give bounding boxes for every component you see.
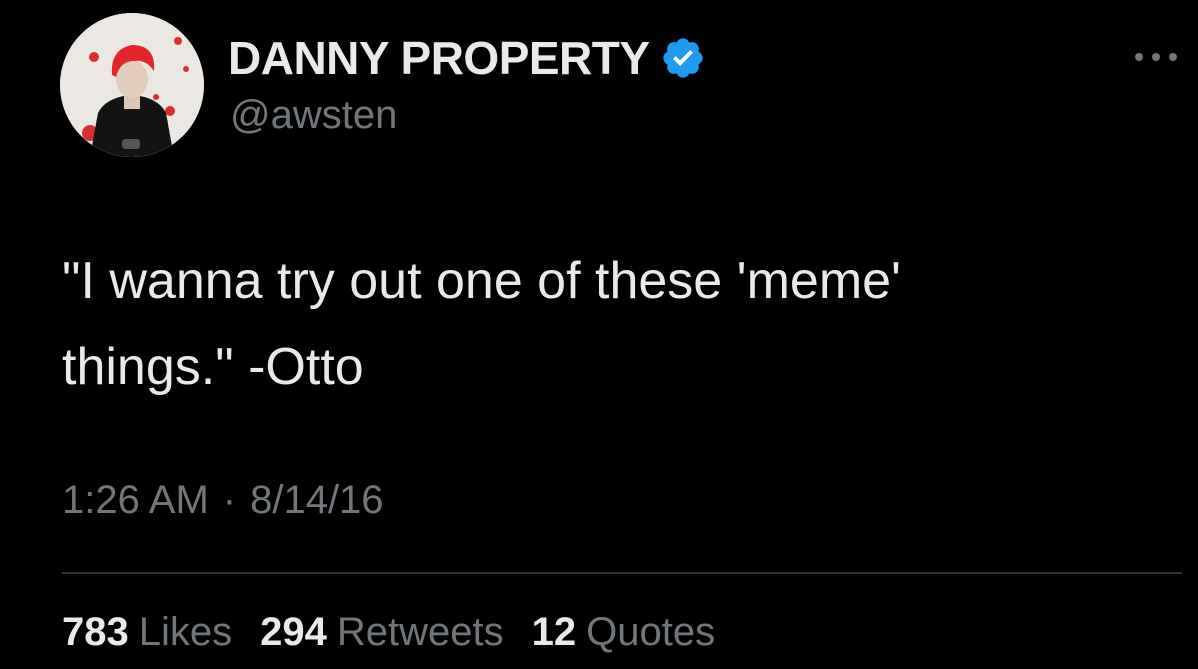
tweet-time[interactable]: 1:26 AM	[62, 478, 209, 522]
more-options-button[interactable]	[1130, 42, 1182, 72]
avatar-photo-icon	[60, 13, 204, 157]
verified-badge-icon[interactable]	[660, 35, 706, 81]
retweets-count: 294	[260, 610, 327, 654]
tweet-timestamp[interactable]: 1:26 AM · 8/14/16	[62, 478, 384, 523]
quotes-label: Quotes	[586, 610, 716, 654]
divider	[62, 572, 1182, 574]
tweet-date[interactable]: 8/14/16	[250, 478, 383, 522]
more-options-icon	[1135, 53, 1177, 61]
author-handle[interactable]: @awsten	[230, 93, 397, 138]
retweets-label: Retweets	[336, 610, 504, 654]
quotes-count: 12	[531, 610, 577, 654]
timestamp-separator: ·	[222, 478, 237, 522]
likes-count: 783	[62, 610, 129, 654]
likes-stat[interactable]: 783 Likes	[62, 610, 232, 655]
author-name-row: DANNY PROPERTY	[228, 30, 706, 86]
tweet-text: "I wanna try out one of these 'meme' thi…	[62, 252, 901, 396]
likes-label: Likes	[138, 610, 233, 654]
author-display-name[interactable]: DANNY PROPERTY	[228, 31, 650, 85]
tweet-stats: 783 Likes 294 Retweets 12 Quotes	[62, 610, 715, 655]
quotes-stat[interactable]: 12 Quotes	[532, 610, 715, 655]
tweet-card: DANNY PROPERTY @awsten "I wanna try out …	[0, 0, 1198, 669]
avatar[interactable]	[60, 13, 204, 157]
retweets-stat[interactable]: 294 Retweets	[260, 610, 504, 655]
